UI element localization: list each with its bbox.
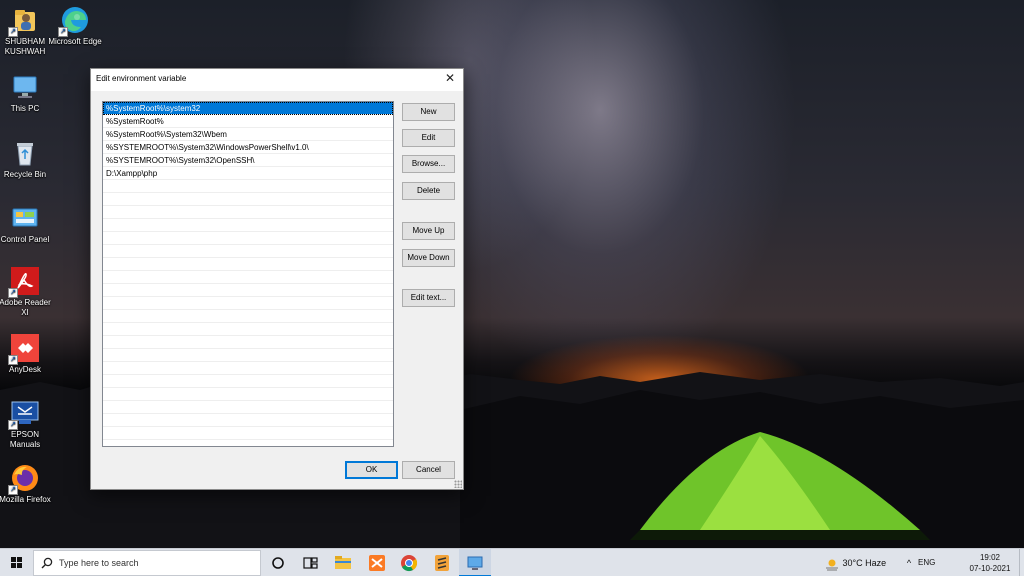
resize-grip[interactable]: [454, 480, 462, 488]
anydesk-icon: ↗: [8, 333, 40, 365]
path-list-item[interactable]: %SYSTEMROOT%\System32\WindowsPowerShell\…: [103, 141, 393, 154]
control-panel-icon: [10, 203, 40, 233]
empty-list-row[interactable]: [103, 245, 393, 258]
dialog-title: Edit environment variable: [96, 74, 187, 83]
desktop-icon-label: Recycle Bin: [3, 170, 47, 179]
chrome-icon: [401, 555, 418, 572]
file-explorer-icon: [335, 556, 351, 569]
computer-icon: [10, 72, 40, 102]
weather-widget[interactable]: 30°C Haze: [824, 549, 902, 576]
path-list-item[interactable]: %SYSTEMROOT%\System32\OpenSSH\: [103, 154, 393, 167]
empty-list-row[interactable]: [103, 414, 393, 427]
empty-list-row[interactable]: [103, 388, 393, 401]
empty-list-row[interactable]: [103, 349, 393, 362]
empty-list-row[interactable]: [103, 258, 393, 271]
cancel-button[interactable]: Cancel: [402, 461, 455, 479]
empty-list-row[interactable]: [103, 323, 393, 336]
empty-list-row[interactable]: [103, 336, 393, 349]
desktop-icon-label: SHUBHAM KUSHWAH: [4, 37, 46, 56]
empty-list-row[interactable]: [103, 232, 393, 245]
desktop-icon-label: Mozilla Firefox: [0, 495, 51, 504]
cortana-button[interactable]: [263, 549, 295, 576]
empty-list-row[interactable]: [103, 271, 393, 284]
path-list-item[interactable]: %SystemRoot%\System32\Wbem: [103, 128, 393, 141]
desktop-icon-label: This PC: [10, 104, 40, 113]
windows-logo-icon: [11, 557, 22, 568]
taskbar-app-file-explorer[interactable]: [327, 549, 359, 576]
desktop-icon-label: Control Panel: [0, 235, 50, 244]
move-down-button[interactable]: Move Down: [402, 249, 455, 267]
browse-button[interactable]: Browse...: [402, 155, 455, 173]
empty-list-row[interactable]: [103, 427, 393, 440]
xampp-icon: [369, 555, 385, 571]
epson-manuals-icon: ↗: [8, 398, 40, 430]
desktop-icon-label: Microsoft Edge: [48, 37, 102, 46]
desktop-icon-label: EPSON Manuals: [9, 430, 41, 449]
taskbar-search-box[interactable]: Type here to search: [33, 550, 261, 576]
edge-icon: ↗: [58, 5, 90, 37]
desktop-icon-control-panel[interactable]: Control Panel: [0, 203, 52, 245]
recycle-bin-icon: [10, 138, 40, 168]
desktop-icon-edge[interactable]: ↗ Microsoft Edge: [48, 5, 102, 47]
empty-list-row[interactable]: [103, 297, 393, 310]
desktop-icon-user-folder[interactable]: ↗ SHUBHAM KUSHWAH: [0, 5, 52, 57]
taskbar-app-system-properties[interactable]: [459, 549, 491, 576]
close-button[interactable]: ✕: [437, 69, 463, 89]
desktop-icon-adobe-reader[interactable]: ↗ Adobe Reader XI: [0, 266, 52, 318]
edit-text-button[interactable]: Edit text...: [402, 289, 455, 307]
edit-button[interactable]: Edit: [402, 129, 455, 147]
start-button[interactable]: [0, 549, 32, 576]
empty-list-row[interactable]: [103, 284, 393, 297]
show-desktop-button[interactable]: [1019, 549, 1024, 576]
desktop-icon-label: AnyDesk: [8, 365, 41, 374]
weather-haze-icon: [826, 559, 838, 571]
cortana-icon: [272, 557, 284, 569]
taskbar-app-xampp[interactable]: [361, 549, 393, 576]
ok-button[interactable]: OK: [345, 461, 398, 479]
show-hidden-icons-button[interactable]: ^: [903, 549, 915, 576]
edit-environment-variable-dialog: Edit environment variable ✕ %SystemRoot%…: [90, 68, 464, 490]
desktop-icon-firefox[interactable]: ↗ Mozilla Firefox: [0, 463, 52, 505]
empty-list-row[interactable]: [103, 193, 393, 206]
search-placeholder: Type here to search: [59, 558, 139, 568]
sublime-text-icon: [435, 555, 449, 571]
taskbar-app-sublime-text[interactable]: [426, 549, 458, 576]
desktop-icon-epson-manuals[interactable]: ↗ EPSON Manuals: [0, 398, 52, 450]
clock[interactable]: 19:02 07-10-2021: [968, 552, 1012, 574]
empty-list-row[interactable]: [103, 401, 393, 414]
clock-time: 19:02: [979, 553, 1001, 562]
desktop-icon-anydesk[interactable]: ↗ AnyDesk: [0, 333, 52, 375]
empty-list-row[interactable]: [103, 375, 393, 388]
empty-list-row[interactable]: [103, 310, 393, 323]
weather-text: 30°C Haze: [842, 558, 887, 568]
chevron-up-icon: ^: [906, 558, 912, 568]
adobe-reader-icon: ↗: [8, 266, 40, 298]
delete-button[interactable]: Delete: [402, 182, 455, 200]
firefox-icon: ↗: [8, 463, 40, 495]
language-indicator[interactable]: ENG: [918, 549, 940, 576]
empty-list-row[interactable]: [103, 219, 393, 232]
task-view-icon: [303, 557, 318, 569]
taskbar-app-chrome[interactable]: [393, 549, 425, 576]
task-view-button[interactable]: [295, 549, 327, 576]
user-folder-icon: ↗: [8, 5, 40, 37]
language-text: ENG: [918, 558, 936, 567]
clock-date: 07-10-2021: [969, 564, 1011, 573]
desktop-icon-label: Adobe Reader XI: [0, 298, 51, 317]
system-properties-icon: [467, 556, 483, 570]
empty-list-row[interactable]: [103, 362, 393, 375]
path-list[interactable]: %SystemRoot%\system32 %SystemRoot% %Syst…: [102, 101, 394, 447]
taskbar: Type here to search 30°C Haze ^ ENG 19:0…: [0, 548, 1024, 576]
path-list-item[interactable]: %SystemRoot%\system32: [103, 102, 393, 115]
empty-list-row[interactable]: [103, 180, 393, 193]
path-list-item[interactable]: %SystemRoot%: [103, 115, 393, 128]
move-up-button[interactable]: Move Up: [402, 222, 455, 240]
desktop-icon-recycle-bin[interactable]: Recycle Bin: [0, 138, 52, 180]
desktop-icon-this-pc[interactable]: This PC: [0, 72, 52, 114]
dialog-titlebar[interactable]: Edit environment variable ✕: [91, 69, 463, 91]
new-button[interactable]: New: [402, 103, 455, 121]
path-list-item[interactable]: D:\Xampp\php: [103, 167, 393, 180]
search-icon: [41, 557, 53, 569]
empty-list-row[interactable]: [103, 206, 393, 219]
